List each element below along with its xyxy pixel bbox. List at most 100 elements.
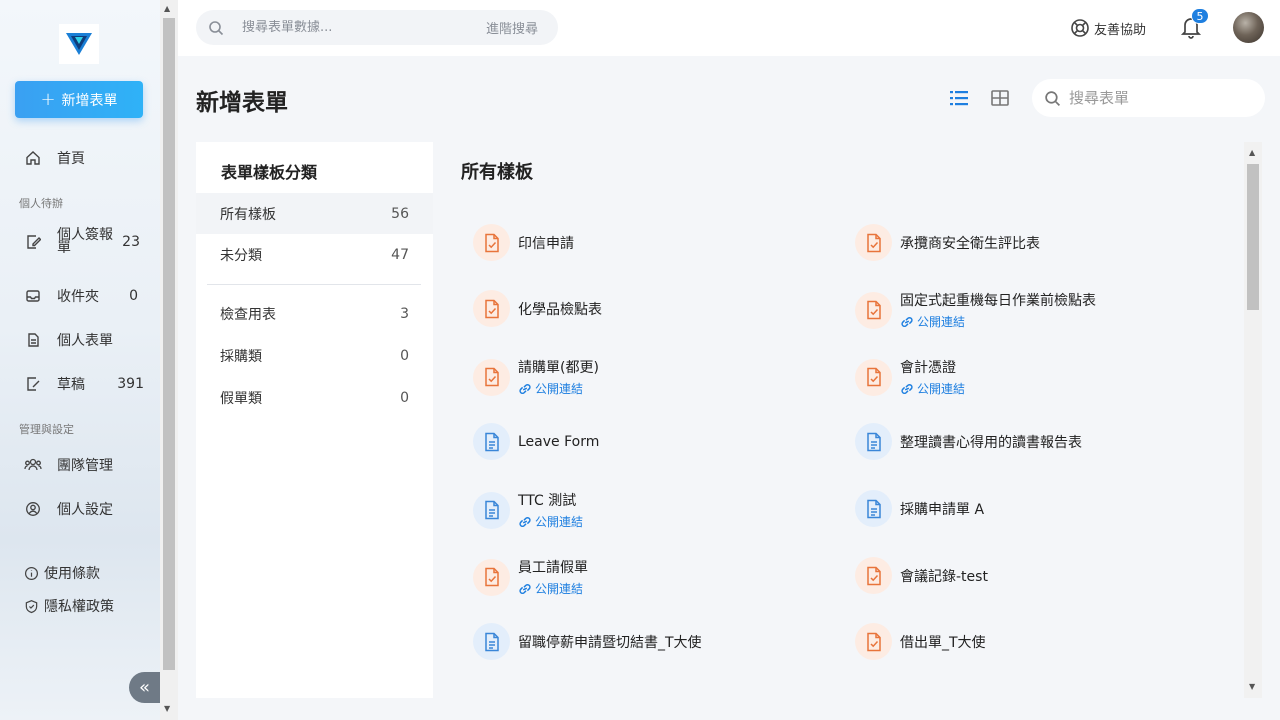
help-label: 友善協助	[1094, 22, 1147, 38]
template-text: 印信申請	[518, 233, 574, 253]
plus-icon: +	[40, 88, 56, 110]
template-text: 會議記錄-test	[900, 566, 988, 586]
public-link-label: 公開連結	[535, 582, 584, 596]
grid-view-icon[interactable]	[990, 88, 1010, 108]
section-admin: 管理與設定	[19, 423, 74, 436]
double-chevron-left-icon: «	[138, 677, 150, 698]
public-link[interactable]: 公開連結	[900, 313, 1096, 330]
template-item[interactable]: Leave Form	[473, 423, 599, 460]
nav-inbox[interactable]: 收件夾 0	[24, 286, 154, 306]
public-link-label: 公開連結	[535, 382, 584, 396]
scroll-up-icon[interactable]: ▲	[1249, 148, 1255, 157]
new-form-button[interactable]: + 新增表單	[15, 81, 143, 118]
nav-team[interactable]: 團隊管理	[24, 455, 154, 475]
template-search[interactable]	[1032, 79, 1265, 117]
public-link[interactable]: 公開連結	[518, 580, 588, 597]
nav-drafts-label: 草稿	[57, 377, 85, 393]
template-item[interactable]: 會計憑證 公開連結	[855, 357, 965, 397]
nav-sign-forms[interactable]: 個人簽報單 23	[24, 227, 154, 256]
global-search[interactable]: 進階搜尋	[196, 10, 558, 45]
search-icon	[209, 20, 224, 35]
templates-scrollbar[interactable]: ▲ ▼	[1244, 142, 1262, 698]
template-name: 整理讀書心得用的讀書報告表	[900, 434, 1082, 451]
scroll-down-icon[interactable]: ▼	[164, 704, 170, 713]
document-icon	[24, 331, 42, 349]
inbox-icon	[24, 287, 42, 305]
template-item[interactable]: 借出單_T大使	[855, 623, 986, 660]
category-all[interactable]: 所有樣板 56	[196, 193, 433, 234]
template-name: 承攬商安全衛生評比表	[900, 235, 1040, 252]
category-uncategorized[interactable]: 未分類 47	[196, 234, 433, 275]
new-form-label: 新增表單	[61, 92, 118, 109]
nav-home[interactable]: 首頁	[24, 148, 154, 168]
link-icon	[901, 383, 913, 394]
sidebar: + 新增表單 首頁 個人待辦 個人簽報單 23 收件夾 0 個人表單 草稿 39…	[0, 0, 160, 720]
template-name: 採購申請單 A	[900, 501, 985, 518]
nav-sign-forms-label: 個人簽報單	[57, 227, 113, 256]
nav-team-label: 團隊管理	[57, 458, 113, 474]
public-link-label: 公開連結	[917, 315, 966, 329]
nav-drafts[interactable]: 草稿 391	[24, 374, 154, 394]
public-link[interactable]: 公開連結	[518, 380, 599, 397]
template-name: 會計憑證	[900, 360, 956, 376]
template-text: TTC 測試公開連結	[518, 490, 583, 530]
terms-label: 使用條款	[44, 566, 100, 582]
template-item[interactable]: 印信申請	[473, 224, 574, 261]
templates-scrollbar-thumb[interactable]	[1247, 164, 1259, 310]
template-item[interactable]: 請購單(都更) 公開連結	[473, 357, 599, 397]
advanced-search-link[interactable]: 進階搜尋	[486, 18, 538, 37]
document-icon	[855, 490, 892, 527]
terms-link[interactable]: 使用條款	[24, 563, 100, 583]
list-view-icon[interactable]	[949, 88, 969, 108]
template-name: TTC 測試	[518, 493, 577, 509]
page-scrollbar[interactable]: ▲ ▼	[160, 0, 178, 720]
scroll-up-icon[interactable]: ▲	[164, 4, 170, 13]
privacy-link[interactable]: 隱私權政策	[24, 596, 114, 616]
form-check-icon	[855, 623, 892, 660]
template-item[interactable]: 員工請假單 公開連結	[473, 557, 588, 597]
app-logo[interactable]	[59, 24, 99, 64]
help-button[interactable]: 友善協助	[1070, 18, 1146, 38]
link-icon	[901, 316, 913, 327]
category-leave[interactable]: 假單類 0	[196, 377, 433, 418]
scroll-down-icon[interactable]: ▼	[1249, 682, 1255, 691]
collapse-sidebar-button[interactable]: «	[129, 672, 160, 703]
template-item[interactable]: 承攬商安全衛生評比表	[855, 224, 1040, 261]
section-personal: 個人待辦	[19, 197, 63, 210]
avatar[interactable]	[1233, 12, 1264, 43]
public-link-label: 公開連結	[535, 515, 584, 529]
link-icon	[519, 383, 531, 394]
document-icon	[473, 423, 510, 460]
document-icon	[855, 423, 892, 460]
category-label: 未分類	[220, 247, 262, 264]
category-label: 採購類	[220, 348, 262, 365]
public-link[interactable]: 公開連結	[900, 380, 965, 397]
nav-inbox-count: 0	[129, 288, 138, 304]
template-item[interactable]: 化學品檢點表	[473, 290, 602, 327]
template-item[interactable]: 整理讀書心得用的讀書報告表	[855, 423, 1082, 460]
category-count: 0	[400, 347, 409, 364]
templates-panel: 所有樣板 印信申請 承攬商安全衛生評比表化學品檢點表 固定式起重機每日作業前檢點表公…	[445, 142, 1265, 698]
template-item[interactable]: TTC 測試公開連結	[473, 490, 583, 530]
templates-heading: 所有樣板	[461, 162, 533, 183]
category-inspection[interactable]: 檢查用表 3	[196, 293, 433, 334]
global-search-input[interactable]	[242, 20, 452, 35]
public-link[interactable]: 公開連結	[518, 513, 583, 530]
template-text: 採購申請單 A	[900, 499, 984, 519]
template-item[interactable]: 固定式起重機每日作業前檢點表 公開連結	[855, 290, 1096, 330]
nav-personal-forms[interactable]: 個人表單	[24, 330, 154, 350]
draft-icon	[24, 375, 42, 393]
category-count: 47	[391, 246, 409, 263]
template-search-input[interactable]	[1069, 89, 1249, 107]
template-text: 留職停薪申請暨切結書_T大使	[518, 632, 702, 652]
category-count: 56	[391, 205, 409, 222]
category-procurement[interactable]: 採購類 0	[196, 335, 433, 376]
document-icon	[473, 491, 510, 529]
nav-settings[interactable]: 個人設定	[24, 499, 154, 519]
template-item[interactable]: 留職停薪申請暨切結書_T大使	[473, 623, 702, 660]
template-item[interactable]: 採購申請單 A	[855, 490, 984, 527]
template-item[interactable]: 會議記錄-test	[855, 557, 988, 594]
page-scrollbar-thumb[interactable]	[163, 18, 175, 670]
category-panel-title: 表單樣板分類	[221, 163, 318, 182]
template-text: 請購單(都更) 公開連結	[518, 357, 599, 397]
